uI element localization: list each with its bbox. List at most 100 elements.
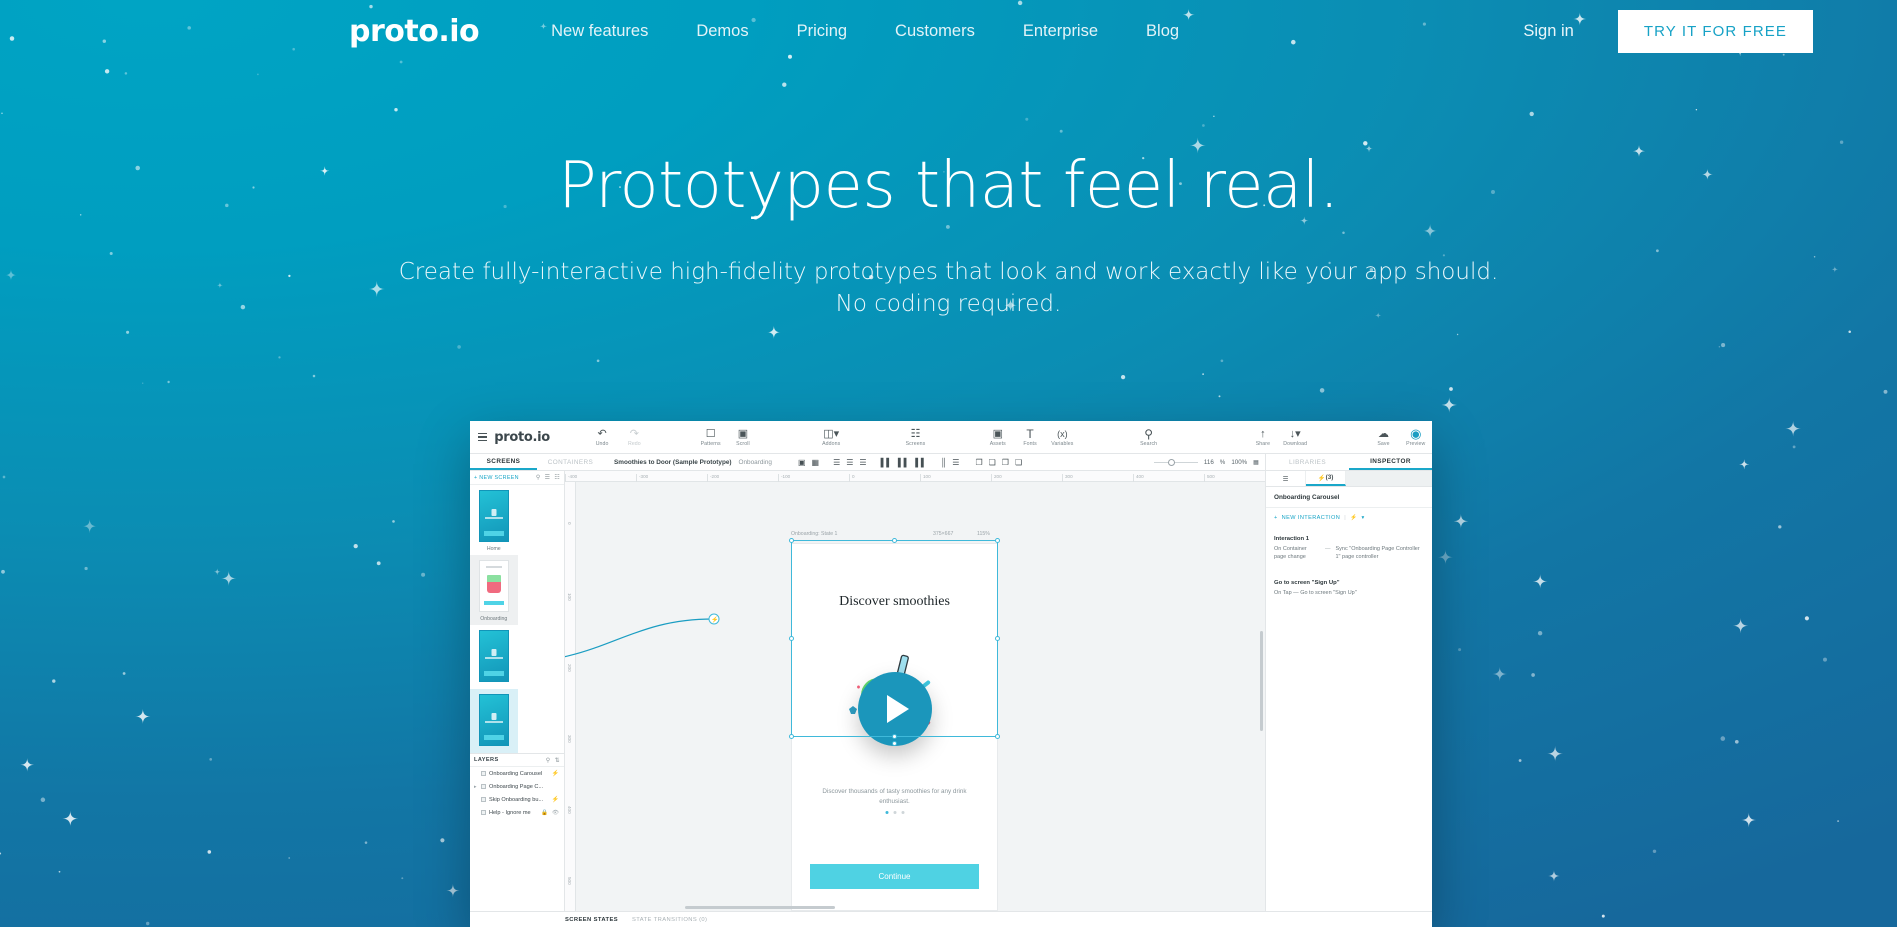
zoom-controls: 116 % 100% ▦ [1153,454,1265,470]
screen-thumb-3[interactable] [470,625,518,689]
new-screen-label[interactable]: NEW SCREEN [479,475,519,481]
rotate-handle[interactable] [891,741,897,746]
page-dots[interactable] [885,811,904,814]
screen-thumb-4[interactable] [470,689,518,753]
layer-row[interactable]: Skip Onboarding bu... ⚡ [470,793,564,806]
inspector-tab-properties[interactable]: ☰ [1266,471,1306,486]
toolbar-fonts[interactable]: T Fonts [1014,427,1046,448]
try-it-for-free-button[interactable]: TRY IT FOR FREE [1617,9,1813,53]
toolbar-share[interactable]: ↑ Share [1247,427,1279,448]
canvas-hscrollbar[interactable] [685,906,835,909]
toolbar-assets[interactable]: ▣ Assets [982,427,1014,448]
list-view-icon[interactable]: ☰ [545,474,551,481]
inspector-tab-interactions[interactable]: ⚡ (3) [1306,471,1346,486]
toolbar-download[interactable]: ↓▾ Download [1279,427,1311,448]
resize-handle-mr[interactable] [995,635,1000,641]
layer-row[interactable]: Help - Ignore me 🔒 👁 [470,806,564,819]
toolbar-search[interactable]: ⚲ Search [1132,427,1164,448]
layers-sort-icon[interactable]: ⇅ [555,757,560,764]
nav-item-enterprise[interactable]: Enterprise [1023,22,1098,41]
tab-inspector[interactable]: INSPECTOR [1349,454,1432,470]
duplicate-icon[interactable]: ❏ [1015,458,1022,467]
menu-hamburger-icon[interactable] [478,430,488,444]
toolbar-save[interactable]: ☁ Save [1367,427,1399,448]
nav-item-new-features[interactable]: New features [551,22,648,41]
align-right-icon[interactable]: ☰ [859,458,866,467]
nav-item-blog[interactable]: Blog [1146,22,1179,41]
interaction-1-row: On Container page change — Sync "Onboard… [1266,545,1432,564]
fit-icon[interactable]: ▣ [798,458,806,467]
grid-view-icon[interactable]: ☷ [554,474,560,481]
tab-screen-states[interactable]: SCREEN STATES [565,917,618,923]
toolbar-redo[interactable]: ↷ Redo [618,427,650,448]
continue-button[interactable]: Continue [810,864,979,889]
zoom-fit-icon[interactable]: ▦ [1253,459,1259,466]
breadcrumb-project[interactable]: Smoothies to Door (Sample Prototype) [614,459,732,466]
resize-handle-tc[interactable] [891,538,897,543]
resize-handle-bc[interactable] [891,734,897,739]
resize-handle-ml[interactable] [789,635,794,641]
caret-icon[interactable]: ▸ [474,784,478,790]
ruler-vertical: 0100200300400500600700 [565,482,576,911]
toolbar-save-label: Save [1377,441,1390,447]
thumbnail [478,694,509,746]
toolbar-undo[interactable]: ↶ Undo [586,427,618,448]
ruler-tick: 200 [567,664,572,672]
tab-libraries[interactable]: LIBRARIES [1266,454,1349,470]
tab-screens[interactable]: SCREENS [470,454,537,470]
distribute-icon[interactable]: ▦ [812,458,820,467]
bolt-icon[interactable]: ⚡ [1350,515,1357,521]
interaction-bolt-icon[interactable]: ⚡ [552,770,559,777]
lock-icon[interactable]: 🔒 [541,810,548,816]
zoom-value[interactable]: 116 [1204,459,1214,466]
layer-label: Skip Onboarding bu... [489,796,544,803]
new-interaction-button[interactable]: + NEW INTERACTION | ⚡ ▾ [1266,508,1432,528]
inspector-title: Onboarding Carousel [1266,487,1432,508]
eye-icon[interactable]: 👁 [552,810,559,816]
distribute-h-icon[interactable]: ║ [941,458,947,467]
canvas[interactable]: -400-300-200-1000100200300400500600700 0… [565,471,1265,911]
zoom-slider[interactable] [1153,458,1198,466]
resize-handle-bl[interactable] [789,734,794,739]
nav-item-customers[interactable]: Customers [895,22,975,41]
brand-logo[interactable]: proto.io [349,14,480,49]
layer-row[interactable]: Onboarding Carousel ⚡ [470,767,564,780]
layers-search-icon[interactable]: ⚲ [546,757,551,764]
resize-handle-br[interactable] [995,734,1000,739]
ruler-tick: 500 [1204,474,1215,482]
chevron-down-icon[interactable]: ▾ [1361,515,1364,521]
align-center-h-icon[interactable]: ☰ [846,458,853,467]
resize-handle-tl[interactable] [789,538,794,543]
ungroup-icon[interactable]: ❏ [989,458,996,467]
screen-thumb-home[interactable]: Home [470,485,518,555]
sign-in-link[interactable]: Sign in [1523,22,1573,41]
tab-state-transitions[interactable]: STATE TRANSITIONS (0) [632,917,707,923]
zoom-slider-knob[interactable] [1167,458,1175,466]
group-icon[interactable]: ❐ [975,458,982,467]
toolbar-screens[interactable]: ☷ Screens [899,427,931,448]
resize-handle-tr[interactable] [995,538,1000,543]
zoom-preset[interactable]: 100% [1231,459,1247,466]
toolbar-preview[interactable]: ◉ Preview [1400,427,1432,448]
toolbar-variables[interactable]: (x) Variables [1046,427,1078,448]
toolbar-scroll[interactable]: ▣ Scroll [727,427,759,448]
nav-item-pricing[interactable]: Pricing [797,22,847,41]
canvas-vscrollbar[interactable] [1260,631,1263,731]
interaction-bolt-icon[interactable]: ⚡ [552,796,559,803]
breadcrumb-screen[interactable]: Onboarding [739,459,772,466]
align-top-icon[interactable]: ▌▌ [881,458,892,467]
nav-item-demos[interactable]: Demos [696,22,748,41]
toolbar-patterns[interactable]: ☐ Patterns [695,427,727,448]
tab-containers[interactable]: CONTAINERS [537,454,604,470]
toolbar-addons[interactable]: ◫▾ Addons [815,427,847,448]
distribute-v-icon[interactable]: ☰ [952,458,959,467]
screens-search-icon[interactable]: ⚲ [536,474,541,481]
screen-thumb-onboarding[interactable]: Onboarding [470,555,518,625]
lock-icon[interactable]: ❐ [1002,458,1009,467]
inspector-tab-extra[interactable] [1346,471,1432,486]
align-bottom-icon[interactable]: ▌▌ [915,458,926,467]
hero-subtitle-line2: No coding required. [835,291,1062,318]
align-middle-v-icon[interactable]: ▌▌ [898,458,909,467]
layer-row[interactable]: ▸ Onboarding Page C... [470,780,564,793]
align-left-icon[interactable]: ☰ [833,458,840,467]
